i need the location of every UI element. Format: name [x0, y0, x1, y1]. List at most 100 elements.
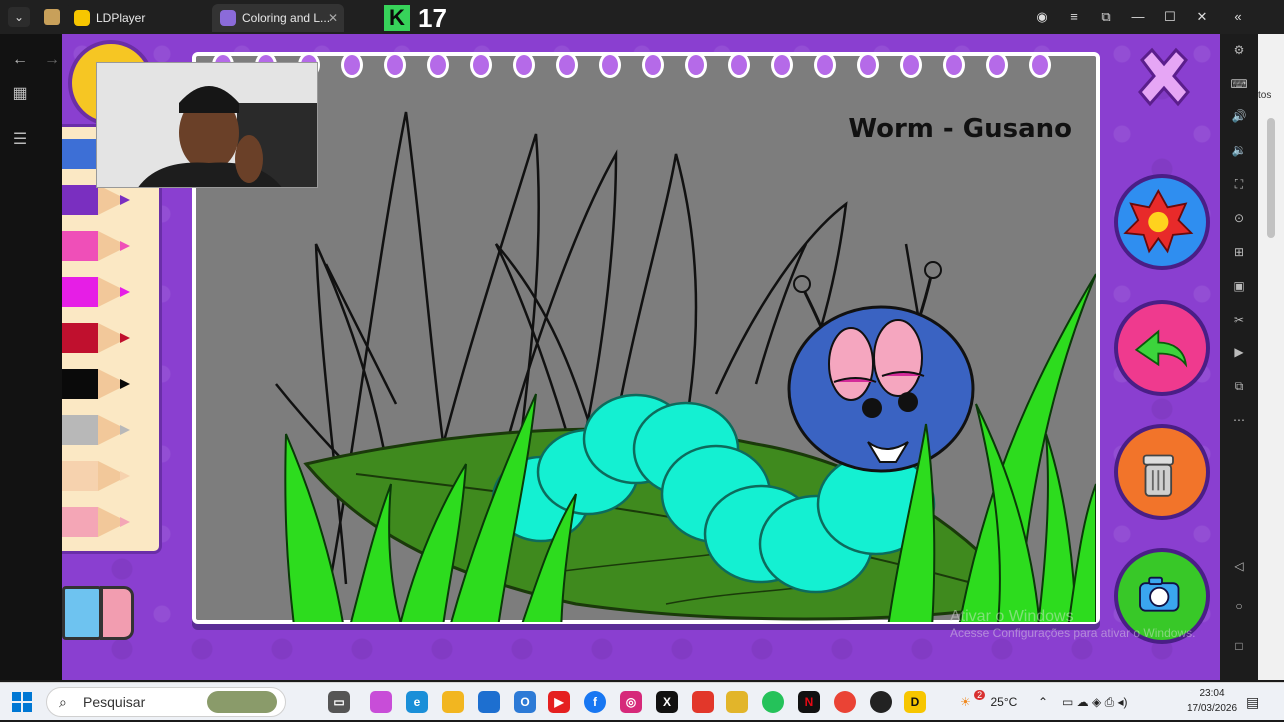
antenna-tip: [924, 261, 942, 279]
outlook-icon[interactable]: O: [514, 691, 536, 713]
pencil-7[interactable]: [62, 411, 152, 449]
windows-taskbar: ⌕ Pesquisar ▭ e O ▶ f ◎ X N D ☀ 2 25°C ⌃…: [0, 682, 1284, 720]
stamp-button[interactable]: [1114, 174, 1210, 270]
cut-icon[interactable]: ✂: [1229, 310, 1249, 330]
score-value: 17: [418, 3, 447, 33]
tray-icons[interactable]: ▭ ☁ ◈ ⎙ ◂): [1062, 683, 1128, 721]
search-highlight-image: [207, 691, 277, 713]
ldplayer-taskbar-icon[interactable]: D: [904, 691, 926, 713]
taskbar-clock[interactable]: 23:04 17/03/2026: [1182, 686, 1242, 716]
volume-down-icon[interactable]: 🔉: [1229, 140, 1249, 160]
notifications-icon[interactable]: ▤: [1246, 683, 1259, 721]
sync-icon[interactable]: ⧉: [1229, 376, 1249, 396]
close-tab-icon[interactable]: ✕: [328, 4, 338, 32]
windows-activation-watermark: Ativar o Windows Acesse Configurações pa…: [950, 608, 1195, 640]
recents-nav-icon[interactable]: □: [1229, 636, 1249, 656]
tab-ldplayer[interactable]: LDPlayer: [66, 4, 206, 32]
weather-badge: 2: [974, 690, 986, 700]
back-nav-icon[interactable]: ◁: [1229, 556, 1249, 576]
pencil-body: [62, 415, 98, 445]
location-icon[interactable]: ⊙: [1229, 208, 1249, 228]
pencil-tip: [120, 471, 130, 481]
youtube-icon[interactable]: ▶: [548, 691, 570, 713]
close-icon[interactable]: [1132, 46, 1196, 110]
eraser-sleeve: [62, 586, 102, 640]
notes-icon[interactable]: [726, 691, 748, 713]
pencil-8[interactable]: [62, 457, 152, 495]
pencil-4[interactable]: [62, 273, 152, 311]
back-arrow-icon[interactable]: ←: [8, 48, 32, 72]
start-button[interactable]: [12, 692, 32, 712]
page-title: Worm - Gusano: [848, 114, 1072, 144]
clock-time: 23:04: [1199, 688, 1225, 699]
pencil-body: [62, 277, 98, 307]
webcam-person: [97, 63, 317, 187]
copilot-icon[interactable]: [370, 691, 392, 713]
pencil-tip: [120, 379, 130, 389]
weather-widget[interactable]: ☀ 2 25°C: [960, 683, 1017, 721]
browser-left-chrome: ← → ▦ ☰: [0, 34, 62, 680]
forward-arrow-icon[interactable]: →: [44, 48, 62, 72]
more-icon[interactable]: ⋯: [1229, 410, 1249, 430]
pencil-6[interactable]: [62, 365, 152, 403]
pencil-tip: [120, 195, 130, 205]
clock-date: 17/03/2026: [1186, 703, 1238, 714]
undo-button[interactable]: [1114, 300, 1210, 396]
instagram-icon[interactable]: ◎: [620, 691, 642, 713]
pencil-tip: [120, 287, 130, 297]
pencil-3[interactable]: [62, 227, 152, 265]
scroll-thumb[interactable]: [1267, 118, 1275, 238]
show-hidden-icons[interactable]: ⌃: [1038, 683, 1048, 721]
pencil-9[interactable]: [62, 503, 152, 541]
task-view-icon[interactable]: ▭: [328, 691, 350, 713]
pencil-body: [62, 231, 98, 261]
trash-button[interactable]: [1114, 424, 1210, 520]
chrome-icon[interactable]: [834, 691, 856, 713]
star-stamp-icon: [1123, 188, 1194, 254]
screenshot-icon[interactable]: ⛶: [1229, 174, 1249, 194]
pencil-tip: [120, 517, 130, 527]
account-icon[interactable]: ◉: [1028, 6, 1056, 28]
watermark-line1: Ativar o Windows: [950, 608, 1074, 625]
hamburger-menu-icon[interactable]: ☰: [8, 128, 32, 152]
collapse-sidebar-icon[interactable]: «: [1224, 6, 1252, 28]
record-icon[interactable]: ▶: [1229, 342, 1249, 362]
taskbar-search[interactable]: ⌕ Pesquisar: [46, 687, 286, 717]
weather-temperature: 25°C: [990, 695, 1018, 709]
worm-eye: [873, 319, 923, 397]
netflix-icon[interactable]: N: [798, 691, 820, 713]
keyboard-icon[interactable]: ⌨: [1229, 74, 1249, 94]
maximize-button[interactable]: ☐: [1156, 6, 1184, 28]
tab-coloring[interactable]: Coloring and L... ✕: [212, 4, 344, 32]
x-icon[interactable]: X: [656, 691, 678, 713]
pencil-body: [62, 507, 98, 537]
eraser-tool[interactable]: [62, 586, 136, 640]
pencil-body: [62, 185, 98, 215]
apps-grid-icon[interactable]: ▦: [8, 82, 32, 106]
menu-icon[interactable]: ≡: [1060, 6, 1088, 28]
pencil-tip: [120, 333, 130, 343]
score-display: K 17: [384, 2, 447, 34]
minimize-button[interactable]: —: [1124, 6, 1152, 28]
trash-can-icon: [1142, 454, 1174, 497]
search-icon: ⌕: [59, 694, 67, 710]
whatsapp-icon[interactable]: [762, 691, 784, 713]
volume-up-icon[interactable]: 🔊: [1229, 106, 1249, 126]
pencil-palette: [62, 124, 162, 554]
apk-icon[interactable]: ▣: [1229, 276, 1249, 296]
coloring-drawing[interactable]: [196, 64, 1096, 622]
page-scrollbar[interactable]: tos: [1258, 34, 1284, 680]
close-window-button[interactable]: ✕: [1188, 6, 1216, 28]
facebook-icon[interactable]: f: [584, 691, 606, 713]
multi-instance-icon[interactable]: ⊞: [1229, 242, 1249, 262]
file-explorer-icon[interactable]: [442, 691, 464, 713]
home-nav-icon[interactable]: ○: [1229, 596, 1249, 616]
restore-icon[interactable]: ⧉: [1092, 6, 1120, 28]
edge-icon[interactable]: e: [406, 691, 428, 713]
tab-list-dropdown-button[interactable]: ⌄: [8, 7, 30, 27]
app-icon-dark[interactable]: [870, 691, 892, 713]
app-icon-red[interactable]: [692, 691, 714, 713]
pencil-5[interactable]: [62, 319, 152, 357]
settings-icon[interactable]: ⚙: [1229, 40, 1249, 60]
store-icon[interactable]: [478, 691, 500, 713]
